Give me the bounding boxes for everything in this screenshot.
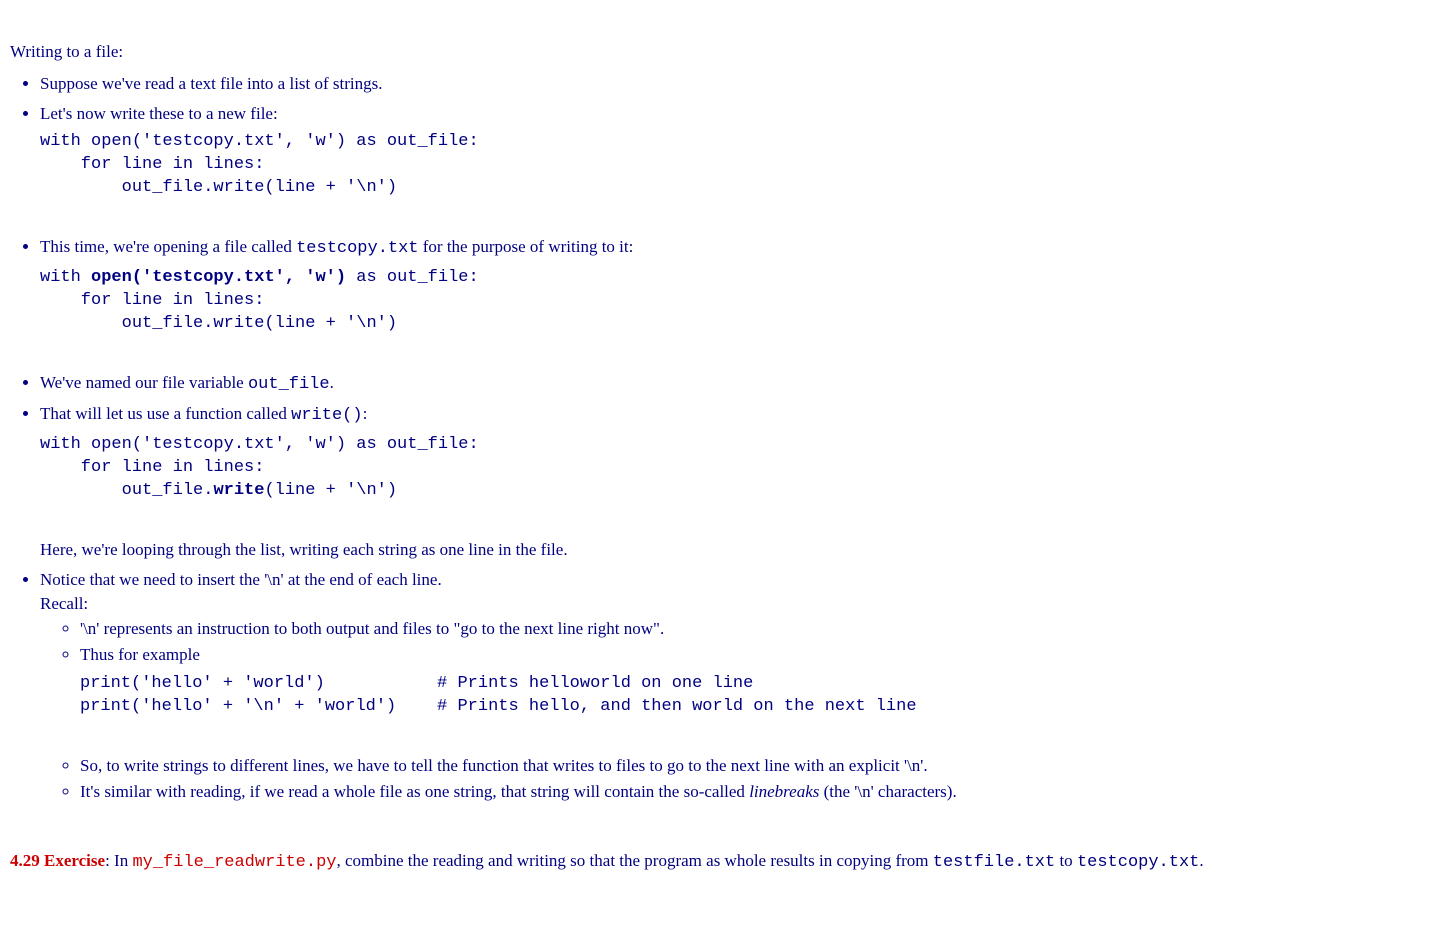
code-block: with open('testcopy.txt', 'w') as out_fi… <box>40 131 1434 223</box>
bullet-item: That will let us use a function called w… <box>40 402 1434 561</box>
bullet-item: This time, we're opening a file called t… <box>40 235 1434 359</box>
bullet-text: Here, we're looping through the list, wr… <box>40 540 568 559</box>
outer-list: Suppose we've read a text file into a li… <box>10 72 1434 804</box>
inline-code: testcopy.txt <box>1077 853 1199 872</box>
exercise-text: . <box>1199 851 1203 870</box>
code-block: with open('testcopy.txt', 'w') as out_fi… <box>40 267 1434 359</box>
inner-bullet-item: So, to write strings to different lines,… <box>80 754 1434 778</box>
section-heading: Writing to a file: <box>10 40 1434 64</box>
exercise-text: , combine the reading and writing so tha… <box>337 851 933 870</box>
exercise-text: : In <box>105 851 132 870</box>
bullet-text: Thus for example <box>80 645 200 664</box>
code-block: print('hello' + 'world') # Prints hellow… <box>80 673 1434 742</box>
inner-list: '\n' represents an instruction to both o… <box>40 617 1434 803</box>
code-block: with open('testcopy.txt', 'w') as out_fi… <box>40 434 1434 526</box>
exercise-label: 4.29 Exercise <box>10 851 105 870</box>
bullet-text: We've named our file variable <box>40 373 248 392</box>
inline-code: testcopy.txt <box>296 239 418 258</box>
exercise-text: to <box>1055 851 1077 870</box>
bullet-text: This time, we're opening a file called <box>40 237 296 256</box>
bullet-item: We've named our file variable out_file. <box>40 371 1434 397</box>
bullet-item: Let's now write these to a new file: wit… <box>40 102 1434 224</box>
bullet-text: . <box>330 373 334 392</box>
bullet-text: Notice that we need to insert the '\n' a… <box>40 570 442 589</box>
exercise-paragraph: 4.29 Exercise: In my_file_readwrite.py, … <box>10 849 1434 875</box>
inner-bullet-item: It's similar with reading, if we read a … <box>80 780 1434 804</box>
inline-code: testfile.txt <box>933 853 1055 872</box>
bullet-text: : <box>363 404 368 423</box>
inline-code: out_file <box>248 375 330 394</box>
inner-bullet-item: Thus for example print('hello' + 'world'… <box>80 643 1434 742</box>
bullet-item: Notice that we need to insert the '\n' a… <box>40 568 1434 804</box>
bullet-text: That will let us use a function called <box>40 404 291 423</box>
inner-bullet-item: '\n' represents an instruction to both o… <box>80 617 1434 641</box>
bullet-text: It's similar with reading, if we read a … <box>80 782 749 801</box>
inline-code: write() <box>291 406 362 425</box>
italic-text: linebreaks <box>749 782 819 801</box>
bullet-text: for the purpose of writing to it: <box>419 237 634 256</box>
bullet-text: (the '\n' characters). <box>819 782 956 801</box>
bullet-text: Let's now write these to a new file: <box>40 104 278 123</box>
bullet-text: Recall: <box>40 594 88 613</box>
bullet-item: Suppose we've read a text file into a li… <box>40 72 1434 96</box>
exercise-filename: my_file_readwrite.py <box>132 853 336 872</box>
